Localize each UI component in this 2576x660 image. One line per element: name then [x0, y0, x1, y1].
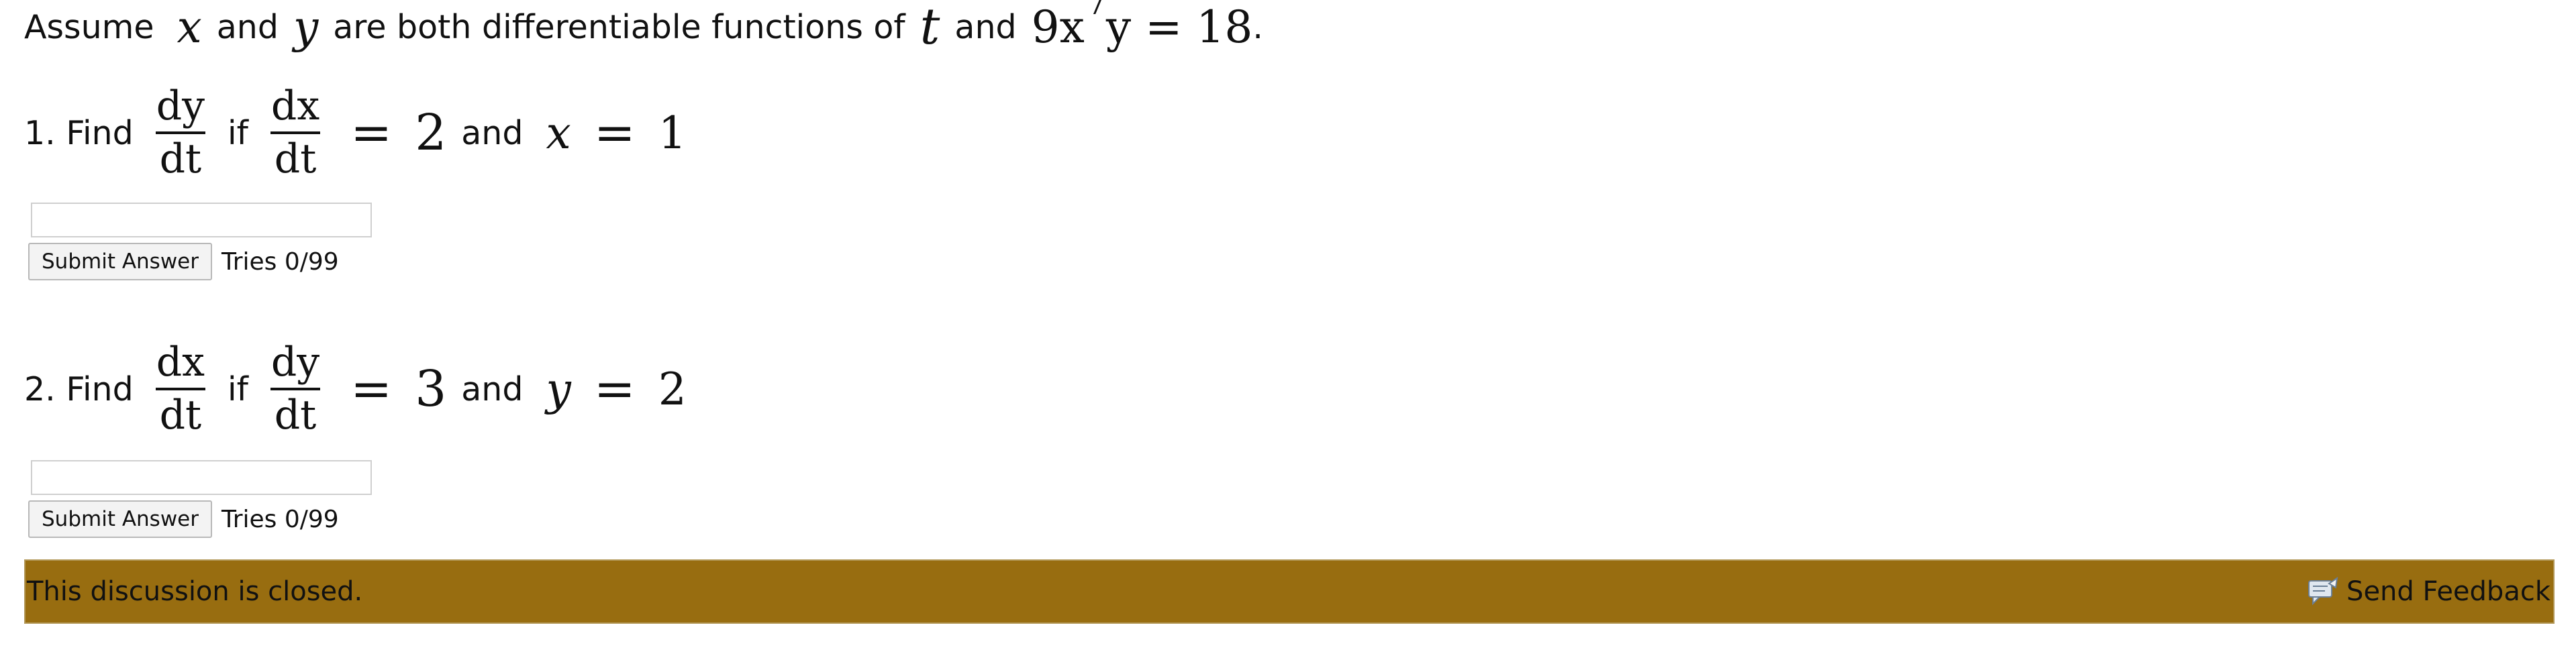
problem-statement: Assume x and y are both differentiable f… [24, 0, 1263, 56]
and-text-2: and [954, 7, 1017, 46]
and-text: and [461, 113, 524, 152]
tries-counter-1: Tries 0/99 [221, 248, 339, 276]
fraction-numerator: dx [156, 339, 205, 386]
equals-sign: = [350, 360, 393, 418]
var-y: y [293, 1, 319, 53]
answer-input-2[interactable] [31, 460, 372, 495]
equals-sign: = [593, 104, 636, 162]
feedback-icon [2308, 576, 2338, 606]
given-derivative: dx dt [267, 85, 324, 180]
question-number: 2. Find [24, 370, 134, 408]
fraction-numerator: dy [156, 82, 205, 129]
send-feedback-link[interactable]: Send Feedback [2305, 574, 2553, 609]
tries-counter-2: Tries 0/99 [221, 506, 339, 533]
given-derivative: dy dt [267, 341, 324, 437]
given-value: 2 [415, 104, 447, 162]
given-value: 3 [415, 360, 447, 418]
fraction-numerator: dx [270, 82, 320, 129]
question-2: 2. Find dx dt if dy dt = 3 and y = 2 [24, 335, 687, 443]
fraction-denominator: dt [155, 131, 206, 180]
condition-variable: x [546, 107, 571, 159]
var-x: x [177, 1, 202, 53]
send-feedback-label[interactable]: Send Feedback [2346, 576, 2550, 607]
equation-coef: 9x [1031, 1, 1085, 53]
assume-text: Assume [24, 7, 154, 46]
question-number: 1. Find [24, 113, 134, 152]
find-derivative: dy dt [152, 85, 209, 180]
if-text: if [227, 370, 248, 408]
equals-sign: = [350, 104, 393, 162]
discussion-closed-bar: This discussion is closed. Send Feedback [24, 559, 2555, 624]
description-text: are both differentiable functions of [333, 7, 905, 46]
submit-answer-button-1[interactable]: Submit Answer [28, 243, 212, 280]
and-text: and [461, 370, 524, 408]
and-text: and [216, 7, 279, 46]
answer-input-1[interactable] [31, 203, 372, 237]
fraction-denominator: dt [270, 131, 321, 180]
equation-rest: y = 18 [1105, 1, 1253, 53]
condition-variable: y [546, 363, 571, 415]
find-derivative: dx dt [152, 341, 209, 437]
condition-value: 2 [658, 363, 687, 415]
equals-sign: = [593, 360, 636, 418]
fraction-denominator: dt [155, 388, 206, 437]
fraction-denominator: dt [270, 388, 321, 437]
if-text: if [228, 113, 248, 152]
period-text: . [1252, 7, 1263, 46]
condition-value: 1 [658, 107, 687, 159]
equation-exponent: 7 [1087, 0, 1106, 21]
discussion-closed-text: This discussion is closed. [27, 576, 363, 607]
var-t: t [920, 0, 940, 56]
fraction-numerator: dy [270, 339, 320, 386]
problem-page: Assume x and y are both differentiable f… [0, 0, 2576, 660]
submit-answer-button-2[interactable]: Submit Answer [28, 500, 212, 538]
question-1: 1. Find dy dt if dx dt = 2 and x = 1 [24, 79, 687, 186]
